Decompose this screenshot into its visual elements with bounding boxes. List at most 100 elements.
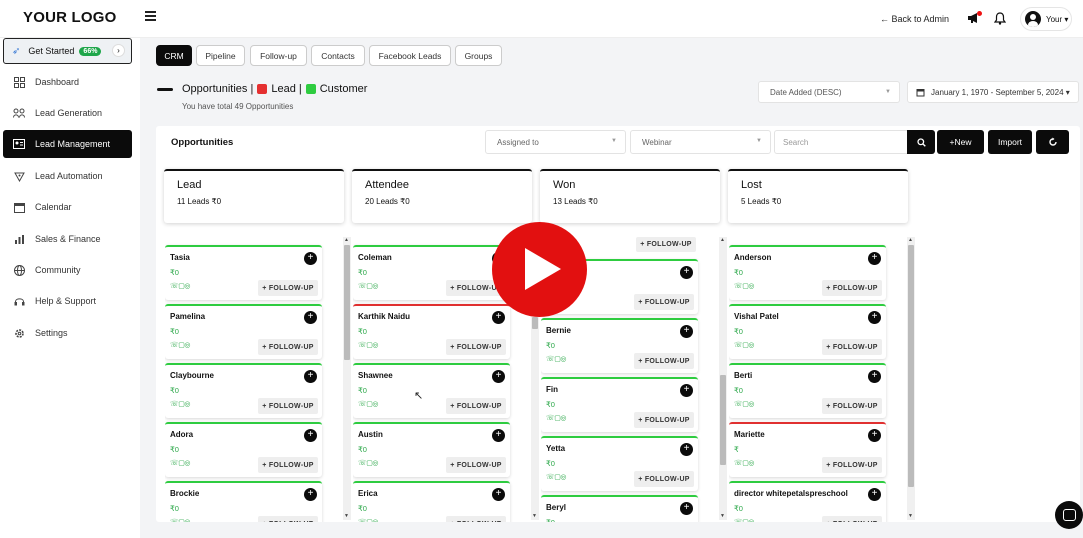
follow-up-button[interactable]: + FOLLOW-UP <box>446 516 506 522</box>
sidebar-item-sales-finance[interactable]: Sales & Finance <box>3 225 132 253</box>
follow-up-button[interactable]: + FOLLOW-UP <box>634 471 694 487</box>
add-icon[interactable]: + <box>868 252 881 265</box>
column-lost-list[interactable]: ▲ ▼ Anderson ₹0 ☏▢◎ + + FOLLOW-UP Vishal Patel… <box>729 237 917 522</box>
contact-icons[interactable]: ☏▢◎ <box>358 459 378 467</box>
add-icon[interactable]: + <box>680 266 693 279</box>
follow-up-button[interactable]: + FOLLOW-UP <box>634 412 694 428</box>
follow-up-button[interactable]: + FOLLOW-UP <box>446 457 506 473</box>
follow-up-button[interactable]: + FOLLOW-UP <box>258 398 318 414</box>
lead-card[interactable]: Berti ₹0 ☏▢◎ + + FOLLOW-UP <box>729 363 886 418</box>
follow-up-button[interactable]: + FOLLOW-UP <box>634 294 694 310</box>
follow-up-button[interactable]: + FOLLOW-UP <box>822 398 882 414</box>
tab-pipeline[interactable]: Pipeline <box>196 45 245 66</box>
contact-icons[interactable]: ☏▢◎ <box>358 341 378 349</box>
search-button[interactable] <box>907 130 935 154</box>
tab-contacts[interactable]: Contacts <box>311 45 365 66</box>
follow-up-button[interactable]: + FOLLOW-UP <box>822 457 882 473</box>
add-icon[interactable]: + <box>492 311 505 324</box>
get-started-button[interactable]: ➶ Get Started 66% › <box>3 38 132 64</box>
follow-up-button[interactable]: + FOLLOW-UP <box>258 339 318 355</box>
add-icon[interactable]: + <box>680 502 693 515</box>
add-icon[interactable]: + <box>868 311 881 324</box>
lead-card[interactable]: Adora ₹0 ☏▢◎ + + FOLLOW-UP <box>165 422 322 477</box>
contact-icons[interactable]: ☏▢◎ <box>546 473 566 481</box>
add-icon[interactable]: + <box>304 252 317 265</box>
contact-icons[interactable]: ☏▢◎ <box>170 282 190 290</box>
contact-icons[interactable]: ☏▢◎ <box>734 400 754 408</box>
follow-up-button[interactable]: + FOLLOW-UP <box>446 339 506 355</box>
follow-up-button[interactable]: + FOLLOW-UP <box>446 398 506 414</box>
sidebar-item-lead-generation[interactable]: Lead Generation <box>3 99 132 127</box>
lead-card[interactable]: Pamelina ₹0 ☏▢◎ + + FOLLOW-UP <box>165 304 322 359</box>
follow-up-button[interactable]: + FOLLOW-UP <box>258 516 318 522</box>
sidebar-item-help-support[interactable]: Help & Support <box>3 287 132 315</box>
hamburger-icon[interactable] <box>145 11 156 21</box>
follow-up-button[interactable]: + FOLLOW-UP <box>636 237 696 252</box>
refresh-button[interactable] <box>1036 130 1069 154</box>
contact-icons[interactable]: ☏▢◎ <box>358 400 378 408</box>
sort-select[interactable]: Date Added (DESC) ▼ <box>758 81 900 103</box>
add-icon[interactable]: + <box>680 325 693 338</box>
add-icon[interactable]: + <box>868 429 881 442</box>
sidebar-item-calendar[interactable]: Calendar <box>3 193 132 221</box>
column-scrollbar[interactable]: ▲▼ <box>907 237 915 520</box>
contact-icons[interactable]: ☏▢◎ <box>734 341 754 349</box>
follow-up-button[interactable]: + FOLLOW-UP <box>822 516 882 522</box>
contact-icons[interactable]: ☏▢◎ <box>734 518 754 522</box>
lead-card[interactable]: Fin ₹0 ☏▢◎ + + FOLLOW-UP <box>541 377 698 432</box>
video-play-button[interactable] <box>492 222 587 317</box>
follow-up-button[interactable]: + FOLLOW-UP <box>634 353 694 369</box>
add-icon[interactable]: + <box>304 429 317 442</box>
lead-card[interactable]: Coleman₹0☏▢◎++ FOLLOW-UP <box>353 245 510 300</box>
add-icon[interactable]: + <box>680 384 693 397</box>
add-icon[interactable]: + <box>304 311 317 324</box>
contact-icons[interactable]: ☏▢◎ <box>546 414 566 422</box>
column-scrollbar[interactable]: ▲▼ <box>719 237 727 520</box>
contact-icons[interactable]: ☏▢◎ <box>358 282 378 290</box>
contact-icons[interactable]: ☏▢◎ <box>170 341 190 349</box>
lead-card[interactable]: Yetta ₹0 ☏▢◎ + + FOLLOW-UP <box>541 436 698 491</box>
contact-icons[interactable]: ☏▢◎ <box>546 355 566 363</box>
lead-card[interactable]: Austin ₹0 ☏▢◎ + + FOLLOW-UP <box>353 422 510 477</box>
follow-up-button[interactable]: + FOLLOW-UP <box>822 280 882 296</box>
lead-card[interactable]: Vishal Patel ₹0 ☏▢◎ + + FOLLOW-UP <box>729 304 886 359</box>
add-icon[interactable]: + <box>868 488 881 501</box>
chat-widget-button[interactable] <box>1055 501 1083 529</box>
tab-facebook-leads[interactable]: Facebook Leads <box>369 45 451 66</box>
contact-icons[interactable]: ☏▢◎ <box>170 459 190 467</box>
contact-icons[interactable]: ☏▢◎ <box>170 518 190 522</box>
lead-card[interactable]: Bernie ₹0 ☏▢◎ + + FOLLOW-UP <box>541 318 698 373</box>
megaphone-icon[interactable] <box>967 11 982 24</box>
follow-up-button[interactable]: + FOLLOW-UP <box>258 457 318 473</box>
tab-follow-up[interactable]: Follow-up <box>250 45 307 66</box>
column-lead-list[interactable]: ▲ ▼ Tasia ₹0 ☏▢◎ + + FOLLOW-UP Pamelina ₹0 ☏▢◎ + +… <box>165 237 353 522</box>
search-input[interactable]: Search <box>774 130 908 154</box>
add-icon[interactable]: + <box>304 370 317 383</box>
tab-crm[interactable]: CRM <box>156 45 192 66</box>
lead-card[interactable]: Karthik Naidu ₹0 ☏▢◎ + + FOLLOW-UP <box>353 304 510 359</box>
lead-card[interactable]: Shawnee ₹0 ☏▢◎ + + FOLLOW-UP <box>353 363 510 418</box>
date-range-picker[interactable]: January 1, 1970 - September 5, 2024 ▾ <box>907 81 1079 103</box>
add-icon[interactable]: + <box>492 488 505 501</box>
sidebar-item-dashboard[interactable]: Dashboard <box>3 68 132 96</box>
add-icon[interactable]: + <box>492 370 505 383</box>
sidebar-item-lead-automation[interactable]: Lead Automation <box>3 162 132 190</box>
add-icon[interactable]: + <box>680 443 693 456</box>
sidebar-item-lead-management[interactable]: Lead Management <box>3 130 132 158</box>
contact-icons[interactable]: ☏▢◎ <box>170 400 190 408</box>
tab-groups[interactable]: Groups <box>455 45 502 66</box>
follow-up-button[interactable]: + FOLLOW-UP <box>258 280 318 296</box>
import-button[interactable]: Import <box>988 130 1032 154</box>
new-button[interactable]: +New <box>937 130 984 154</box>
lead-card[interactable]: Anderson ₹0 ☏▢◎ + + FOLLOW-UP <box>729 245 886 300</box>
back-to-admin-link[interactable]: ← Back to Admin <box>880 14 949 24</box>
follow-up-button[interactable]: + FOLLOW-UP <box>822 339 882 355</box>
chevron-right-icon[interactable]: › <box>112 44 125 57</box>
lead-card[interactable]: director whitepetalspreschool ₹0 ☏▢◎ + + FOL… <box>729 481 886 522</box>
lead-card[interactable]: Brockie ₹0 ☏▢◎ + + FOLLOW-UP <box>165 481 322 522</box>
assigned-to-select[interactable]: Assigned to ▼ <box>485 130 626 154</box>
user-menu[interactable]: Your ▾ <box>1020 7 1072 31</box>
add-icon[interactable]: + <box>304 488 317 501</box>
sidebar-item-community[interactable]: Community <box>3 256 132 284</box>
lead-card[interactable]: Beryl₹0☏▢◎++ FOLLOW-UP <box>541 495 698 522</box>
